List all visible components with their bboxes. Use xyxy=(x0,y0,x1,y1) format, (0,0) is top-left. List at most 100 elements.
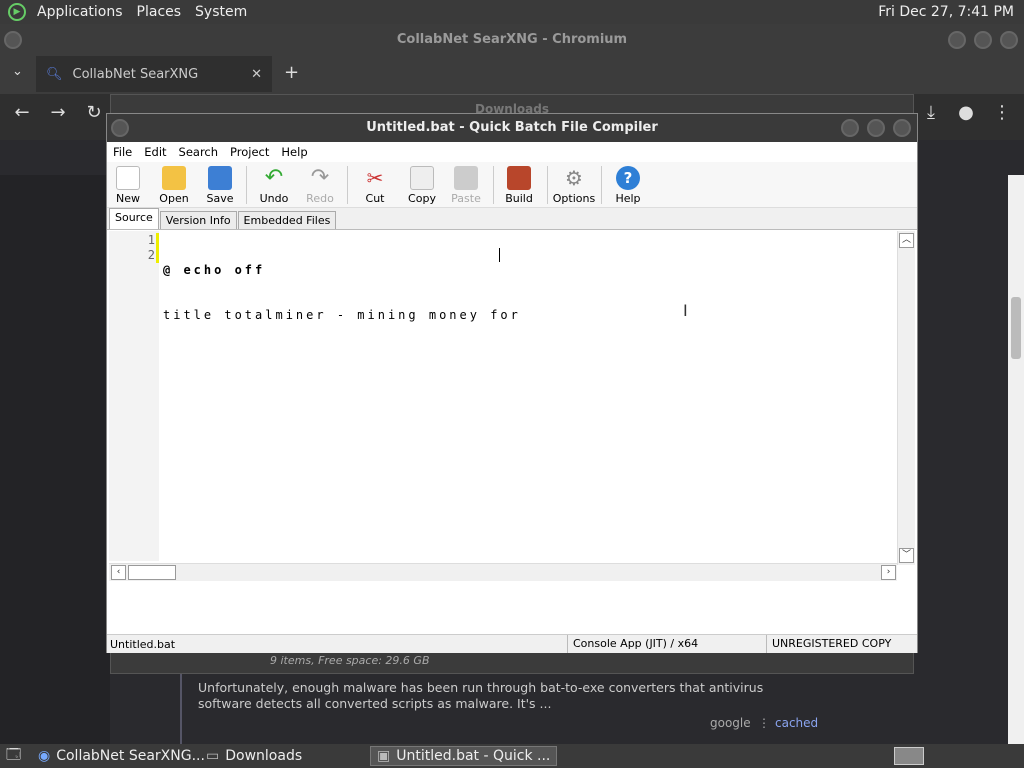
result-snippet: Unfortunately, enough malware has been r… xyxy=(198,680,764,711)
open-button[interactable]: Open xyxy=(150,164,198,206)
tab-source[interactable]: Source xyxy=(109,208,159,229)
minimize-button[interactable] xyxy=(948,31,966,49)
editor-horizontal-scrollbar[interactable]: ‹ › xyxy=(109,563,897,581)
tab-search-icon[interactable]: ⌄ xyxy=(12,64,23,79)
redo-button[interactable]: ↷ Redo xyxy=(296,164,344,206)
app-icon: ▣ xyxy=(377,748,391,764)
taskbar-item-qbfc[interactable]: ▣ Untitled.bat - Quick ... xyxy=(370,746,558,766)
code-text[interactable]: @ echo off title totalminer - mining mon… xyxy=(163,233,521,353)
qbfc-menubar: File Edit Search Project Help xyxy=(107,142,917,162)
gear-icon: ⚙ xyxy=(565,166,583,190)
forward-icon[interactable]: → xyxy=(43,102,73,123)
menu-edit[interactable]: Edit xyxy=(138,145,172,159)
undo-button[interactable]: ↶ Undo xyxy=(250,164,298,206)
searxng-favicon-icon: 🔍︎ xyxy=(46,66,63,82)
clock[interactable]: Fri Dec 27, 7:41 PM xyxy=(878,4,1024,20)
back-icon[interactable]: ← xyxy=(7,102,37,123)
h-scroll-thumb[interactable] xyxy=(128,565,176,580)
scroll-right-icon[interactable]: › xyxy=(881,565,896,580)
toolbar-separator xyxy=(347,166,348,204)
result-separator-icon: ⋮ xyxy=(758,716,770,730)
system-menu[interactable]: System xyxy=(188,4,254,20)
qbfc-close-button[interactable] xyxy=(893,119,911,137)
qbfc-window-title: Untitled.bat - Quick Batch File Compiler xyxy=(366,120,658,135)
menu-search[interactable]: Search xyxy=(173,145,225,159)
chromium-window-title: CollabNet SearXNG - Chromium xyxy=(396,32,628,47)
reload-icon[interactable]: ↻ xyxy=(79,102,109,123)
qbfc-minimize-button[interactable] xyxy=(841,119,859,137)
scroll-down-icon[interactable]: ﹀ xyxy=(899,548,914,563)
download-icon[interactable]: ⤓ xyxy=(916,102,946,123)
build-icon xyxy=(507,166,531,190)
redo-icon: ↷ xyxy=(310,165,330,190)
menu-project[interactable]: Project xyxy=(224,145,275,159)
status-license: UNREGISTERED COPY xyxy=(766,635,891,653)
qbfc-toolbar: New Open Save ↶ Undo ↷ Redo ✂ Cut Copy Past… xyxy=(107,162,917,208)
maximize-button[interactable] xyxy=(974,31,992,49)
chromium-tabstrip: ⌄ 🔍︎ CollabNet SearXNG ✕ + xyxy=(0,56,1024,94)
menu-file[interactable]: File xyxy=(107,145,138,159)
help-button[interactable]: ? Help xyxy=(604,164,652,206)
menu-help[interactable]: Help xyxy=(275,145,313,159)
folder-icon: ▭ xyxy=(206,748,220,764)
chromium-titlebar: CollabNet SearXNG - Chromium xyxy=(0,24,1024,56)
tab-embedded-files[interactable]: Embedded Files xyxy=(237,211,337,229)
line-number-gutter: 1 2 xyxy=(109,231,159,561)
help-icon: ? xyxy=(616,166,640,190)
top-panel: ▶ Applications Places System Fri Dec 27,… xyxy=(0,0,1024,24)
code-line: title totalminer - mining money for xyxy=(163,308,521,322)
cut-button[interactable]: ✂ Cut xyxy=(351,164,399,206)
mate-logo-icon[interactable]: ▶ xyxy=(8,3,26,21)
tab-close-icon[interactable]: ✕ xyxy=(251,67,262,82)
downloads-status: 9 items, Free space: 29.6 GB xyxy=(270,654,430,667)
more-menu-icon[interactable]: ⋮ xyxy=(987,102,1017,123)
scroll-up-icon[interactable]: ︿ xyxy=(899,233,914,248)
toolbar-separator xyxy=(601,166,602,204)
scroll-left-icon[interactable]: ‹ xyxy=(111,565,126,580)
taskbar: 🗔︎ ◉ CollabNet SearXNG... ▭ Downloads ▣ Unt… xyxy=(0,744,1024,768)
ibeam-cursor-icon: I xyxy=(683,301,688,320)
qbfc-window-menu-icon[interactable] xyxy=(111,119,129,137)
paste-icon xyxy=(454,166,478,190)
copy-icon xyxy=(410,166,434,190)
places-menu[interactable]: Places xyxy=(130,4,189,20)
code-line: @ echo off xyxy=(163,263,266,277)
line-number: 2 xyxy=(147,248,155,262)
build-button[interactable]: Build xyxy=(495,164,543,206)
new-file-icon xyxy=(116,166,140,190)
changed-line-marker xyxy=(156,233,159,248)
editor-vertical-scrollbar[interactable]: ︿ ﹀ xyxy=(897,231,915,565)
page-scrollbar[interactable] xyxy=(1008,175,1024,745)
code-editor[interactable]: 1 2 @ echo off title totalminer - mining… xyxy=(109,231,897,561)
result-engine: google xyxy=(710,716,751,730)
toolbar-separator xyxy=(547,166,548,204)
editor-tabs: Source Version Info Embedded Files xyxy=(107,208,917,230)
taskbar-item-downloads[interactable]: ▭ Downloads xyxy=(200,746,308,766)
profile-icon[interactable]: ● xyxy=(951,102,981,123)
close-button[interactable] xyxy=(1000,31,1018,49)
folder-open-icon xyxy=(162,166,186,190)
tab-collabnet-searxng[interactable]: 🔍︎ CollabNet SearXNG ✕ xyxy=(36,56,272,92)
qbfc-statusbar: Untitled.bat Console App (JIT) / x64 UNR… xyxy=(107,634,917,653)
new-button[interactable]: New xyxy=(104,164,152,206)
cached-link[interactable]: cached xyxy=(775,716,818,730)
window-menu-icon[interactable] xyxy=(4,31,22,49)
taskbar-item-chromium[interactable]: ◉ CollabNet SearXNG... xyxy=(32,746,211,766)
search-result: Unfortunately, enough malware has been r… xyxy=(180,674,826,744)
save-button[interactable]: Save xyxy=(196,164,244,206)
status-filename: Untitled.bat xyxy=(110,638,176,651)
copy-button[interactable]: Copy xyxy=(398,164,446,206)
options-button[interactable]: ⚙ Options xyxy=(550,164,598,206)
applications-menu[interactable]: Applications xyxy=(30,4,130,20)
show-desktop-icon[interactable]: 🗔︎ xyxy=(0,746,27,766)
tab-version-info[interactable]: Version Info xyxy=(159,211,237,229)
paste-button[interactable]: Paste xyxy=(442,164,490,206)
page-scroll-thumb[interactable] xyxy=(1011,297,1021,359)
toolbar-separator xyxy=(246,166,247,204)
qbfc-window[interactable]: Untitled.bat - Quick Batch File Compiler… xyxy=(106,113,918,653)
tab-title: CollabNet SearXNG xyxy=(72,66,199,82)
workspace-switcher[interactable] xyxy=(894,747,924,765)
qbfc-maximize-button[interactable] xyxy=(867,119,885,137)
new-tab-icon[interactable]: + xyxy=(284,62,299,83)
status-mode: Console App (JIT) / x64 xyxy=(567,635,698,653)
